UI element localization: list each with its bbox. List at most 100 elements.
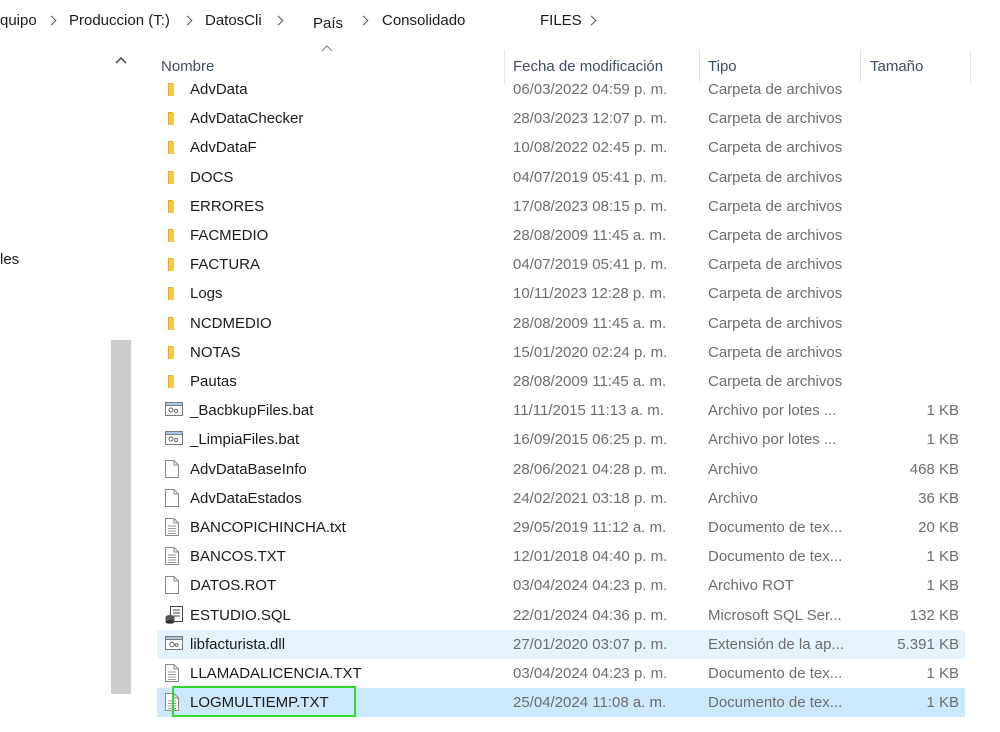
file-type: Archivo por lotes ...: [708, 402, 837, 420]
file-name: FACTURA: [190, 256, 261, 274]
file-name: _BacbkupFiles.bat: [190, 402, 314, 420]
sort-ascending-icon: [321, 45, 333, 52]
table-row[interactable]: AdvData 06/03/2022 04:59 p. m. Carpeta de …: [157, 75, 965, 104]
column-header-date[interactable]: Fecha de modificación: [513, 57, 663, 77]
sql-file-icon: [165, 605, 183, 624]
breadcrumb-item-files[interactable]: FILES: [540, 11, 582, 31]
table-row[interactable]: BANCOPICHINCHA.txt 29/05/2019 11:12 a. m.…: [157, 513, 965, 542]
chevron-right-icon[interactable]: [182, 15, 193, 26]
folder-icon: [165, 372, 181, 390]
table-row[interactable]: AdvDataChecker 28/03/2023 12:07 p. m. Carp…: [157, 104, 965, 133]
chevron-right-icon[interactable]: [358, 15, 369, 26]
table-row[interactable]: FACMEDIO 28/08/2009 11:45 a. m. Carpeta de…: [157, 221, 965, 250]
file-modified-date: 28/08/2009 11:45 a. m.: [513, 227, 667, 244]
table-row[interactable]: NCDMEDIO 28/08/2009 11:45 a. m. Carpeta de…: [157, 309, 965, 338]
file-type: Documento de tex...: [708, 694, 843, 712]
batch-file-icon: [165, 401, 183, 419]
column-header-name[interactable]: Nombre: [161, 57, 214, 77]
column-header-size[interactable]: Tamaño: [870, 57, 923, 77]
file-type: Carpeta de archivos: [708, 285, 843, 303]
file-type: Carpeta de archivos: [708, 197, 843, 215]
file-name: ERRORES: [190, 197, 265, 215]
chevron-right-icon[interactable]: [273, 15, 284, 26]
file-type: Documento de tex...: [708, 665, 843, 682]
file-name: AdvDataBaseInfo: [190, 460, 307, 478]
file-modified-date: 16/09/2015 06:25 p. m.: [513, 431, 668, 449]
scroll-up-arrow-icon[interactable]: [115, 55, 127, 65]
file-size: 1 KB: [926, 665, 959, 682]
table-row[interactable]: Logs 10/11/2023 12:28 p. m. Carpeta de arc…: [157, 279, 965, 308]
table-row[interactable]: BANCOS.TXT 12/01/2018 04:40 p. m. Document…: [157, 542, 965, 571]
file-size: 468 KB: [909, 460, 959, 478]
file-name: _LimpiaFiles.bat: [190, 431, 300, 449]
table-row[interactable]: _BacbkupFiles.bat 11/11/2015 11:13 a. m. A…: [157, 396, 965, 425]
file-modified-date: 10/11/2023 12:28 p. m.: [513, 285, 667, 303]
file-modified-date: 10/08/2022 02:45 p. m.: [513, 139, 668, 157]
table-row[interactable]: AdvDataBaseInfo 28/06/2021 04:28 p. m. Arc…: [157, 455, 965, 484]
folder-icon: [165, 168, 181, 186]
file-modified-date: 04/07/2019 05:41 p. m.: [513, 256, 668, 274]
file-name: LOGMULTIEMP.TXT: [190, 694, 329, 712]
file-name: libfacturista.dll: [190, 635, 286, 653]
batch-file-icon: [165, 430, 183, 448]
breadcrumb-item-equipo[interactable]: quipo: [0, 11, 37, 31]
breadcrumb-item-consolidado[interactable]: Consolidado: [382, 11, 465, 31]
file-type: Archivo por lotes ...: [708, 431, 837, 449]
file-modified-date: 04/07/2019 05:41 p. m.: [513, 168, 668, 186]
table-row[interactable]: ESTUDIO.SQL 22/01/2024 04:36 p. m. Microso…: [157, 601, 965, 630]
text-file-icon: [165, 693, 181, 712]
chevron-right-icon[interactable]: [46, 15, 57, 26]
folder-icon: [165, 80, 181, 98]
file-modified-date: 12/01/2018 04:40 p. m.: [513, 548, 668, 566]
table-row[interactable]: Pautas 28/08/2009 11:45 a. m. Carpeta de a…: [157, 367, 965, 396]
chevron-right-icon[interactable]: [586, 15, 597, 26]
file-modified-date: 28/06/2021 04:28 p. m.: [513, 460, 668, 478]
breadcrumb-item-datoscli[interactable]: DatosCli: [205, 11, 262, 31]
file-name: LLAMADALICENCIA.TXT: [190, 665, 362, 682]
text-file-icon: [165, 664, 181, 682]
column-header-type[interactable]: Tipo: [708, 57, 737, 77]
breadcrumb: quipo Produccion (T:) DatosCli País Cons…: [0, 0, 1000, 40]
file-size: 36 KB: [918, 489, 959, 507]
table-row[interactable]: LOGMULTIEMP.TXT 25/04/2024 11:08 a. m. Doc…: [157, 688, 965, 718]
nav-pane-item[interactable]: les: [0, 251, 19, 268]
file-name: Pautas: [190, 373, 237, 390]
breadcrumb-item-produccion[interactable]: Produccion (T:): [69, 11, 170, 31]
file-modified-date: 25/04/2024 11:08 a. m.: [513, 694, 667, 712]
file-name: DOCS: [190, 168, 234, 186]
file-modified-date: 28/08/2009 11:45 a. m.: [513, 314, 667, 332]
table-row[interactable]: LLAMADALICENCIA.TXT 03/04/2024 04:23 p. m…: [157, 659, 965, 688]
file-name: Logs: [190, 285, 223, 303]
file-size: 1 KB: [926, 548, 959, 566]
file-type: Archivo: [708, 460, 759, 478]
table-row[interactable]: DATOS.ROT 03/04/2024 04:23 p. m. Archivo R…: [157, 571, 965, 600]
file-type: Carpeta de archivos: [708, 110, 843, 128]
file-name: AdvDataF: [190, 139, 257, 157]
file-name: DATOS.ROT: [190, 577, 277, 595]
table-row[interactable]: NOTAS 15/01/2020 02:24 p. m. Carpeta de ar…: [157, 338, 965, 367]
table-row[interactable]: _LimpiaFiles.bat 16/09/2015 06:25 p. m. Ar…: [157, 425, 965, 454]
file-modified-date: 03/04/2024 04:23 p. m.: [513, 577, 668, 595]
file-type: Microsoft SQL Ser...: [708, 606, 842, 624]
file-size: 5.391 KB: [897, 635, 959, 653]
file-modified-date: 17/08/2023 08:15 p. m.: [513, 197, 668, 215]
text-file-icon: [165, 547, 181, 566]
table-row[interactable]: ERRORES 17/08/2023 08:15 p. m. Carpeta de …: [157, 192, 965, 221]
folder-icon: [165, 314, 181, 332]
file-type: Carpeta de archivos: [708, 81, 843, 98]
table-row[interactable]: FACTURA 04/07/2019 05:41 p. m. Carpeta de …: [157, 250, 965, 279]
breadcrumb-item-pais[interactable]: País: [313, 14, 343, 34]
folder-icon: [165, 226, 181, 244]
scrollbar-thumb[interactable]: [111, 340, 131, 694]
file-name: BANCOS.TXT: [190, 548, 286, 566]
file-modified-date: 22/01/2024 04:36 p. m.: [513, 606, 668, 624]
column-divider[interactable]: [970, 50, 971, 84]
table-row[interactable]: DOCS 04/07/2019 05:41 p. m. Carpeta de arc…: [157, 163, 965, 192]
file-name: FACMEDIO: [190, 227, 269, 244]
file-name: AdvData: [190, 81, 248, 98]
file-modified-date: 11/11/2015 11:13 a. m.: [513, 402, 664, 420]
table-row[interactable]: AdvDataF 10/08/2022 02:45 p. m. Carpeta de…: [157, 133, 965, 162]
file-modified-date: 28/03/2023 12:07 p. m.: [513, 110, 668, 128]
table-row[interactable]: AdvDataEstados 24/02/2021 03:18 p. m. Arch…: [157, 484, 965, 513]
table-row[interactable]: libfacturista.dll 27/01/2020 03:07 p. m. E…: [157, 629, 965, 659]
